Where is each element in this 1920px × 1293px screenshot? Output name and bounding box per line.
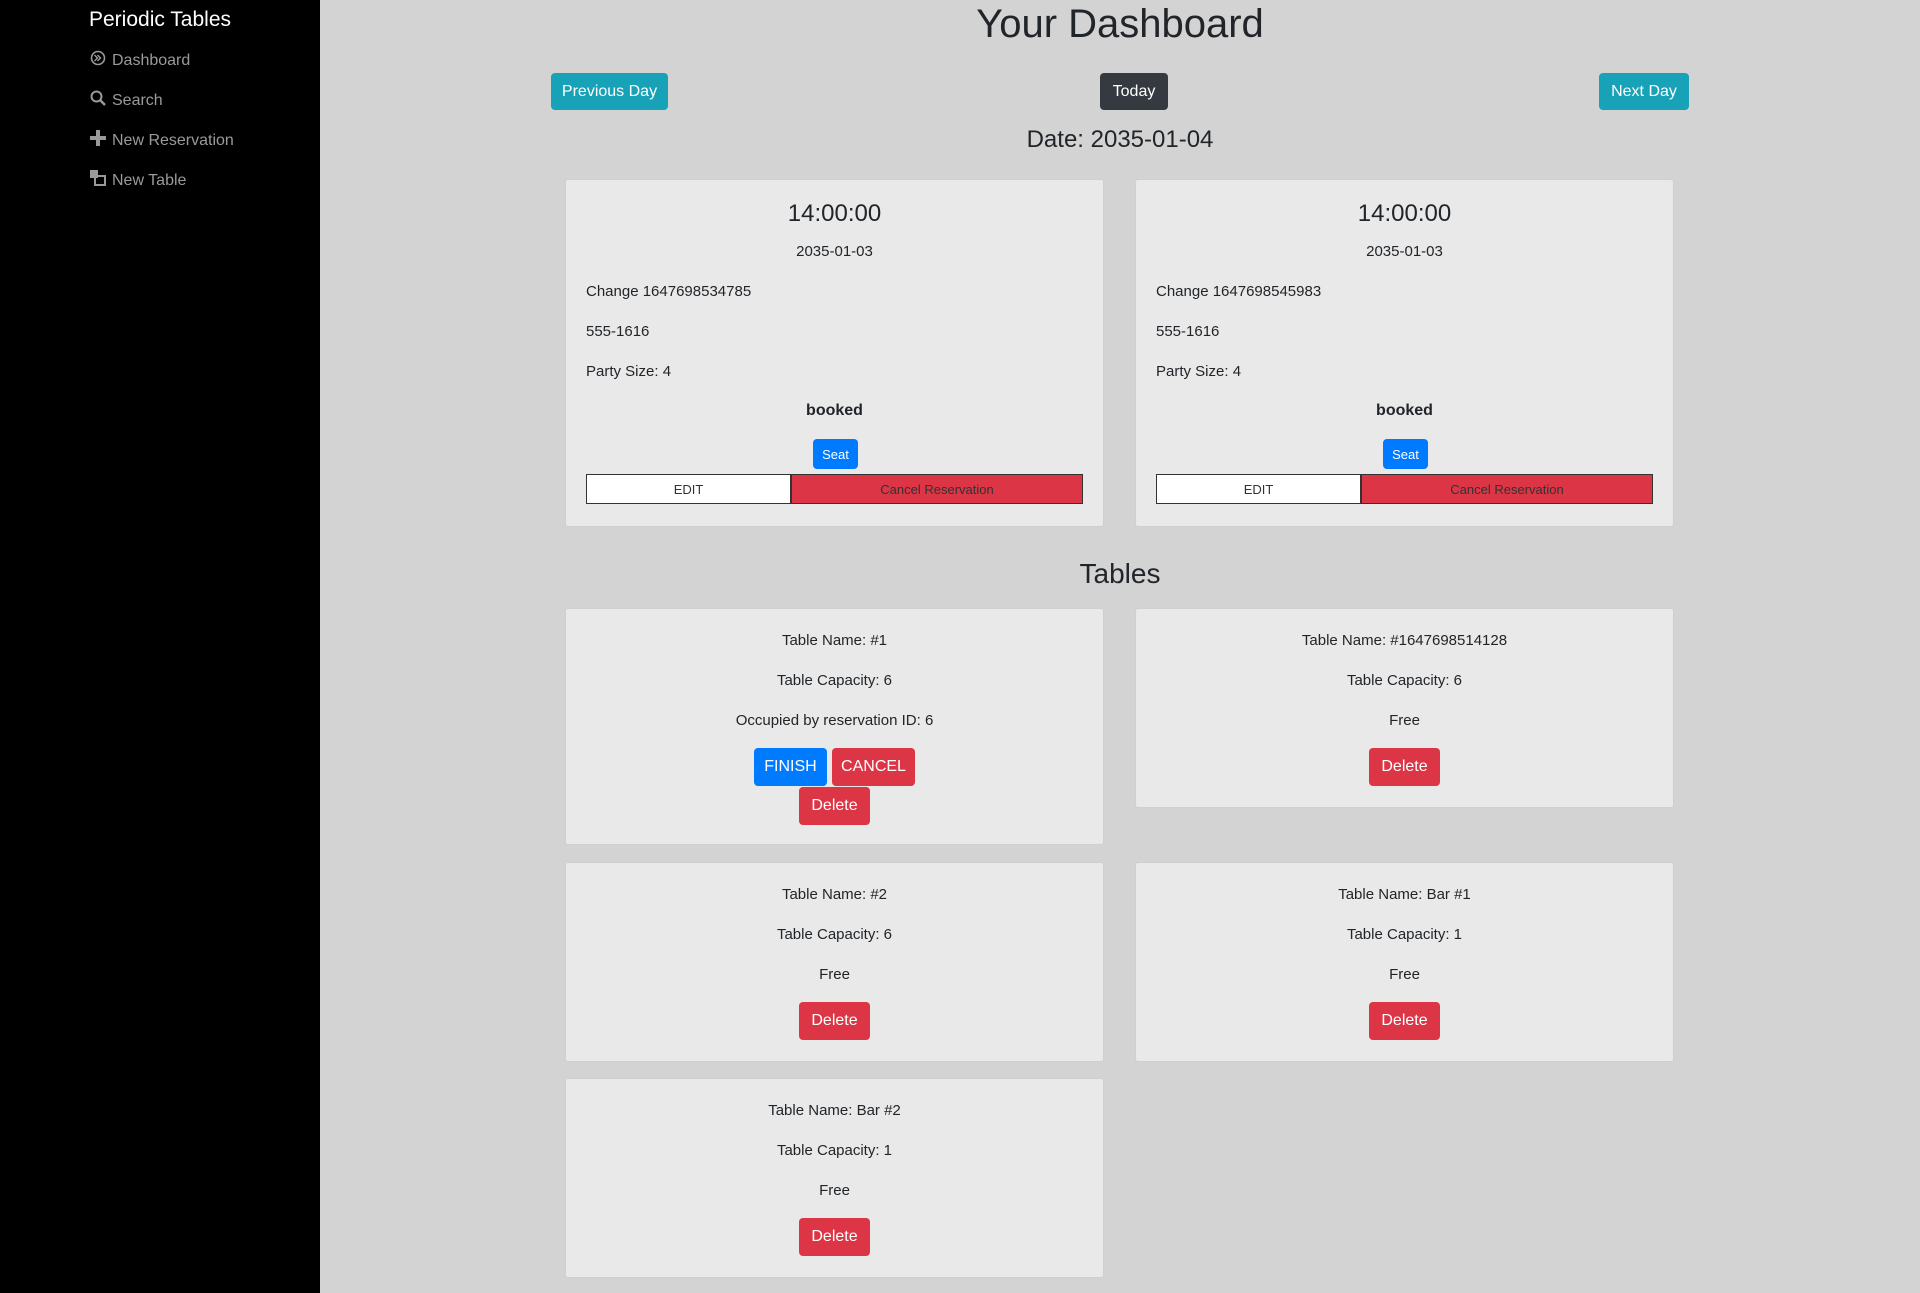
reservation-time: 14:00:00 [787,200,882,227]
table-card: Table Name: Bar #2 Table Capacity: 1 Fre… [565,1078,1104,1278]
reservation-date: 2035-01-03 [1366,243,1443,260]
delete-table-button[interactable]: Delete [799,787,870,825]
table-card: Table Name: #2 Table Capacity: 6 Free De… [565,862,1104,1062]
sidebar-item-dashboard[interactable]: Dashboard [90,50,190,71]
delete-table-button[interactable]: Delete [1369,1002,1440,1040]
sidebar: Periodic Tables Dashboard Search New Res… [0,0,320,1293]
table-name: Table Name: #1 [781,632,888,649]
cancel-reservation-button[interactable]: Cancel Reservation [1361,474,1653,504]
today-button[interactable]: Today [1100,73,1168,110]
finish-button[interactable]: FINISH [754,748,827,786]
seat-button[interactable]: Seat [1383,439,1428,469]
brand-title: Periodic Tables [88,8,232,31]
sidebar-item-label: New Reservation [112,131,234,149]
table-status: Occupied by reservation ID: 6 [735,712,934,729]
delete-table-button[interactable]: Delete [799,1002,870,1040]
reservation-date: 2035-01-03 [796,243,873,260]
reservation-party-size: Party Size: 4 [586,363,672,380]
current-date: Date: 2035-01-04 [1026,126,1214,153]
sidebar-item-label: Search [112,91,163,109]
table-name: Table Name: Bar #1 [1338,886,1471,903]
table-name: Table Name: #1647698514128 [1301,632,1508,649]
reservation-name: Change 1647698534785 [586,283,752,300]
reservation-status: booked [1376,402,1433,419]
reservation-card: 14:00:00 2035-01-03 Change 1647698545983… [1135,179,1674,527]
table-capacity: Table Capacity: 6 [1346,672,1463,689]
cancel-reservation-button[interactable]: Cancel Reservation [791,474,1083,504]
reservation-party-size: Party Size: 4 [1156,363,1242,380]
page-title: Your Dashboard [976,2,1264,46]
table-capacity: Table Capacity: 6 [776,672,893,689]
cancel-seat-button[interactable]: CANCEL [832,748,915,786]
delete-table-button[interactable]: Delete [799,1218,870,1256]
delete-table-button[interactable]: Delete [1369,748,1440,786]
plus-icon [90,130,106,151]
table-card: Table Name: Bar #1 Table Capacity: 1 Fre… [1135,862,1674,1062]
next-day-button[interactable]: Next Day [1599,73,1689,110]
new-table-icon [90,170,106,191]
reservation-card: 14:00:00 2035-01-03 Change 1647698534785… [565,179,1104,527]
tables-heading: Tables [1079,558,1161,589]
table-capacity: Table Capacity: 1 [1346,926,1463,943]
table-status: Free [1389,712,1420,729]
table-name: Table Name: Bar #2 [768,1102,901,1119]
dashboard-icon [90,50,106,71]
table-capacity: Table Capacity: 1 [776,1142,893,1159]
sidebar-item-new-table[interactable]: New Table [90,170,186,191]
search-icon [90,90,106,111]
main-content: Your Dashboard Previous Day Today Next D… [320,0,1920,1293]
sidebar-item-label: New Table [112,171,187,189]
reservation-status: booked [806,402,863,419]
reservation-phone: 555-1616 [1156,323,1220,340]
sidebar-item-label: Dashboard [112,51,191,69]
table-status: Free [819,1182,850,1199]
edit-reservation-button[interactable]: EDIT [1156,474,1361,504]
reservation-name: Change 1647698545983 [1156,283,1322,300]
edit-reservation-button[interactable]: EDIT [586,474,791,504]
previous-day-button[interactable]: Previous Day [551,73,668,110]
table-status: Free [1389,966,1420,983]
seat-button[interactable]: Seat [813,439,858,469]
table-capacity: Table Capacity: 6 [776,926,893,943]
sidebar-item-search[interactable]: Search [90,90,163,111]
reservation-phone: 555-1616 [586,323,650,340]
table-status: Free [819,966,850,983]
reservation-time: 14:00:00 [1357,200,1452,227]
sidebar-item-new-reservation[interactable]: New Reservation [90,130,234,151]
table-name: Table Name: #2 [781,886,888,903]
table-card: Table Name: #1647698514128 Table Capacit… [1135,608,1674,808]
table-card: Table Name: #1 Table Capacity: 6 Occupie… [565,608,1104,845]
